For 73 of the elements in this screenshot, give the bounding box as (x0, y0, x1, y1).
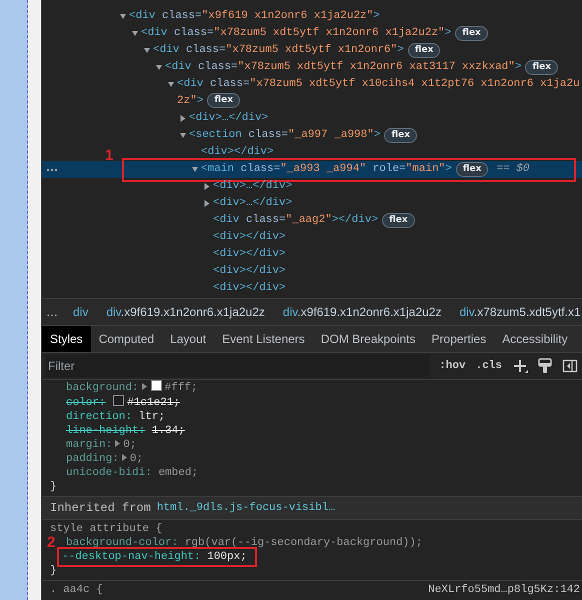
collapse-arrow-icon[interactable] (120, 13, 126, 20)
sidebar-toggle-icon[interactable] (562, 358, 578, 374)
paint-icon[interactable] (538, 358, 552, 374)
html-tag[interactable]: <div></div> (201, 144, 274, 161)
annotation-number: 1 (105, 148, 114, 163)
color-swatch[interactable] (113, 395, 124, 406)
rule-selector: . aa4c { (50, 583, 103, 597)
flex-badge[interactable]: flex (456, 162, 488, 177)
flex-badge[interactable]: flex (384, 128, 418, 143)
collapse-arrow-icon[interactable] (192, 166, 198, 173)
style-declaration[interactable]: color: #1c1e21; (66, 395, 180, 410)
html-tag[interactable]: <div class="x78zum5 xdt5ytf x1n2onr6 xat3117 xxzkxad"> (165, 59, 522, 76)
html-tag[interactable]: <div>…</div> (213, 178, 292, 195)
panel-tab[interactable]: Styles (42, 326, 91, 352)
style-declaration[interactable]: margin: 0; (66, 438, 136, 452)
source-link[interactable]: NeXLrfo55md…p8lg5Kz:142 (428, 583, 580, 597)
style-declaration[interactable]: direction: ltr; (66, 410, 166, 424)
panel-tab[interactable]: Accessibility (494, 326, 576, 352)
html-tag[interactable]: <div></div> (213, 229, 286, 246)
flex-badge[interactable]: flex (455, 26, 488, 41)
collapse-arrow-icon[interactable] (156, 64, 162, 71)
html-tag[interactable]: <div class="x78zum5 xdt5ytf x1n2onr6"> (153, 42, 404, 59)
flex-badge[interactable]: flex (525, 60, 558, 75)
style-declaration[interactable]: unicode-bidi: embed; (66, 466, 198, 480)
panel-tab[interactable]: Layout (162, 326, 214, 352)
style-declaration[interactable]: --desktop-nav-height: 100px; (62, 550, 247, 564)
more-icon[interactable] (46, 168, 58, 172)
expand-arrow-icon[interactable] (204, 183, 210, 190)
style-declaration[interactable]: line-height: 1.34; (66, 424, 185, 438)
closing-brace: } (50, 564, 58, 578)
style-declaration[interactable]: background-color: rgb(var(--ig-secondary-background)); (66, 536, 422, 550)
html-tag[interactable]: <div>…</div> (213, 195, 292, 212)
inherited-label: Inherited from (50, 501, 151, 515)
filter-field[interactable]: Filter (46, 355, 430, 377)
html-tag[interactable]: <main class="_a993 _a994" role="main"> (201, 161, 452, 178)
expand-arrow-icon[interactable] (142, 383, 147, 390)
html-tag[interactable]: <div></div> (213, 263, 286, 280)
panel-tab[interactable]: Event Listeners (214, 326, 313, 352)
panel-tab[interactable]: DOM Breakpoints (312, 326, 424, 352)
element-link[interactable]: html._9dls.js-focus-visibl… (156, 502, 336, 514)
html-tag[interactable]: <div></div> (213, 280, 286, 297)
breadcrumb-item[interactable]: div.x78zum5.xdt5ytf.x1 (450, 305, 582, 319)
expand-arrow-icon[interactable] (180, 115, 186, 122)
annotation-number: 2 (47, 535, 56, 550)
console-reference: == $0 (496, 162, 530, 177)
collapse-arrow-icon[interactable] (168, 81, 174, 88)
style-declaration[interactable]: background: #fff; (66, 380, 198, 395)
add-icon[interactable] (512, 358, 528, 374)
html-tag[interactable]: <div>…</div> (189, 110, 268, 127)
html-tag[interactable]: <div class="_aag2"></div> (213, 212, 378, 229)
style-declaration[interactable]: padding: 0; (66, 452, 144, 466)
breadcrumb-item[interactable]: div.x9f619.x1n2onr6.x1ja2u2z (97, 305, 274, 319)
panel-tab[interactable]: Computed (90, 326, 162, 352)
closing-brace: } (50, 480, 58, 494)
color-swatch[interactable] (150, 380, 162, 391)
toolbar-toggle[interactable]: .cls (476, 360, 502, 372)
flex-badge[interactable]: flex (382, 213, 415, 228)
collapse-arrow-icon[interactable] (180, 132, 186, 139)
html-tag[interactable]: <div class="x9f619 x1n2onr6 x1ja2u2z"> (129, 8, 380, 25)
breadcrumb-overflow[interactable]: … (42, 305, 64, 319)
flex-badge[interactable]: flex (408, 43, 440, 58)
panel-tab[interactable]: Properties (424, 326, 494, 352)
toolbar-toggle[interactable]: :hov (439, 360, 466, 372)
html-tag[interactable]: <div class="x78zum5 xdt5ytf x1n2onr6 x1ja2u2z"> (141, 25, 452, 42)
html-tag[interactable]: <div class="x78zum5 xdt5ytf x10cihs4 x1t2pt76 x1n2onr6 x1ja2u2z"> flex (177, 76, 582, 110)
html-tag[interactable]: <div></div> (213, 246, 286, 263)
collapse-arrow-icon[interactable] (144, 47, 150, 54)
html-tag[interactable]: <section class="_a997 _a998"> (189, 127, 380, 144)
breadcrumb-item[interactable]: div (64, 305, 98, 319)
expand-arrow-icon[interactable] (204, 200, 210, 207)
breadcrumb-item[interactable]: div.x9f619.x1n2onr6.x1ja2u2z (274, 305, 450, 319)
collapse-arrow-icon[interactable] (132, 30, 138, 37)
rule-selector: style attribute { (50, 522, 162, 536)
